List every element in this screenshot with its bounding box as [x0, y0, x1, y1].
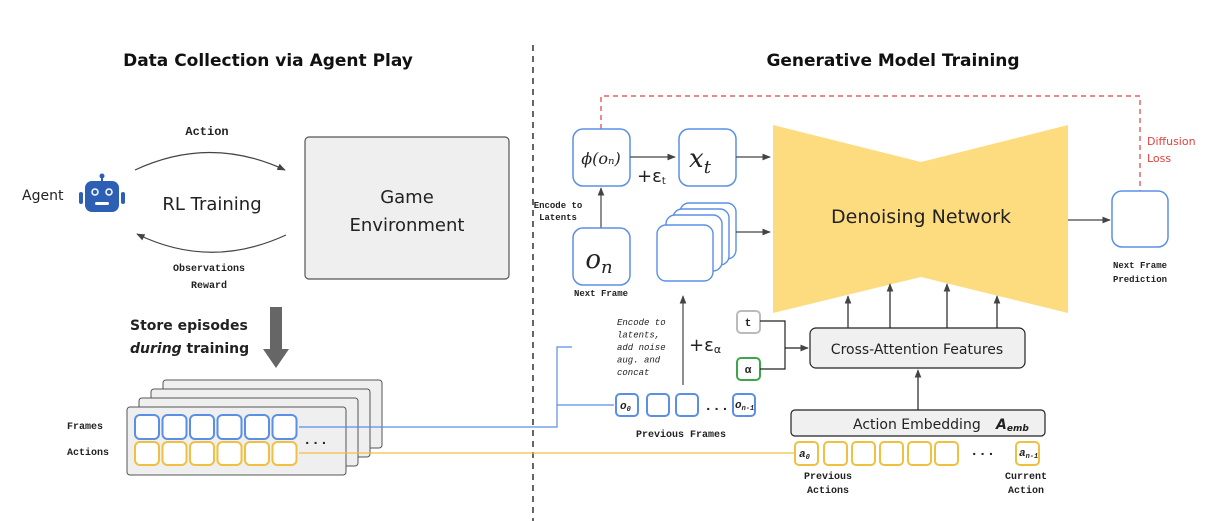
observation-arrow: [136, 233, 287, 253]
episode-action-cell: [161, 441, 188, 466]
store-episodes-line2: during training: [130, 341, 249, 357]
action-arrow: [134, 152, 286, 171]
actions-ellipsis: ...: [970, 444, 995, 460]
episode-frame-cell: [134, 414, 160, 440]
store-down-arrow: [263, 307, 289, 368]
next-frame-prediction-label-1: Next Frame: [1113, 261, 1167, 271]
episode-frame-cell: [244, 414, 270, 440]
denoising-network-label: Denoising Network: [831, 206, 1011, 228]
right-title: Generative Model Training: [766, 51, 1019, 71]
alpha-token-label: α: [745, 365, 752, 377]
rl-training-label: RL Training: [162, 194, 261, 215]
current-action-label-1: Current: [1005, 472, 1047, 483]
diffusion-loss-label-1: Diffusion: [1147, 135, 1196, 148]
previous-action-cell: [823, 441, 848, 466]
reward-label: Reward: [191, 280, 227, 292]
action-label: Action: [185, 125, 228, 139]
episode-frame-cell: [271, 414, 298, 440]
next-frame-prediction-label-2: Prediction: [1113, 275, 1167, 285]
game-environment-line2: Environment: [350, 215, 465, 236]
previous-actions-label-1: Previous: [804, 471, 852, 483]
timestep-connector: [760, 320, 786, 348]
episode-frame-cell: [216, 414, 243, 440]
episode-action-cell: [134, 441, 160, 466]
observations-label: Observations: [173, 263, 245, 275]
next-frame-label: Next Frame: [574, 289, 628, 299]
episode-ellipsis: ...: [303, 433, 328, 449]
next-frame-prediction-box: [1111, 190, 1169, 248]
previous-frames-ellipsis: ...: [704, 399, 729, 415]
encode-instruction-line: add noise: [617, 343, 666, 353]
encode-latents-label-1: Encode to: [534, 201, 583, 211]
previous-frames-row: o0 on-1: [615, 393, 756, 417]
left-title: Data Collection via Agent Play: [123, 51, 413, 71]
episode-action-cell: [271, 441, 298, 466]
previous-action-cell: [934, 441, 959, 466]
encode-instructions: Encode to latents, add noise aug. and concat: [617, 318, 666, 378]
agent-label: Agent: [22, 188, 64, 204]
robot-icon: [79, 173, 125, 212]
current-action-label-2: Action: [1008, 485, 1044, 497]
action-embedding-label: Action Embedding: [853, 417, 981, 433]
diffusion-loss-label-2: Loss: [1147, 152, 1171, 165]
previous-frame-cell: [646, 393, 670, 417]
latent-label: ϕ(oₙ): [581, 149, 621, 168]
cross-attention-label: Cross-Attention Features: [831, 342, 1003, 358]
alpha-connector: [760, 348, 786, 370]
previous-actions-row: a0 an-1: [794, 441, 1040, 466]
game-environment-line1: Game: [380, 187, 434, 208]
episode-action-cell: [216, 441, 243, 466]
encode-instruction-line: concat: [617, 368, 649, 378]
store-episodes-line1: Store episodes: [130, 318, 248, 334]
latent-stack-1: [656, 224, 714, 282]
actions-label: Actions: [67, 447, 109, 459]
frames-label: Frames: [67, 422, 103, 433]
previous-frames-label: Previous Frames: [636, 429, 726, 441]
previous-frame-cell: [675, 393, 699, 417]
diagram-canvas: Data Collection via Agent Play Agent RL …: [22, 45, 1196, 521]
episode-frame-cell: [189, 414, 215, 440]
previous-action-cell: [907, 441, 932, 466]
game-environment-box: [304, 136, 510, 280]
encode-instruction-line: Encode to: [617, 318, 666, 328]
timestep-token-label: t: [745, 318, 752, 330]
encode-instruction-line: aug. and: [617, 356, 661, 366]
episode-frame-cell: [161, 414, 188, 440]
encode-latents-label-2: Latents: [539, 213, 577, 223]
previous-actions-label-2: Actions: [807, 485, 849, 497]
episode-action-cell: [244, 441, 270, 466]
episode-action-cell: [189, 441, 215, 466]
eps-t-label: +εt: [637, 166, 666, 187]
eps-alpha-label: +εα: [689, 335, 721, 356]
previous-action-cell: [851, 441, 876, 466]
previous-action-cell: [879, 441, 904, 466]
encode-instruction-line: latents,: [617, 331, 660, 341]
